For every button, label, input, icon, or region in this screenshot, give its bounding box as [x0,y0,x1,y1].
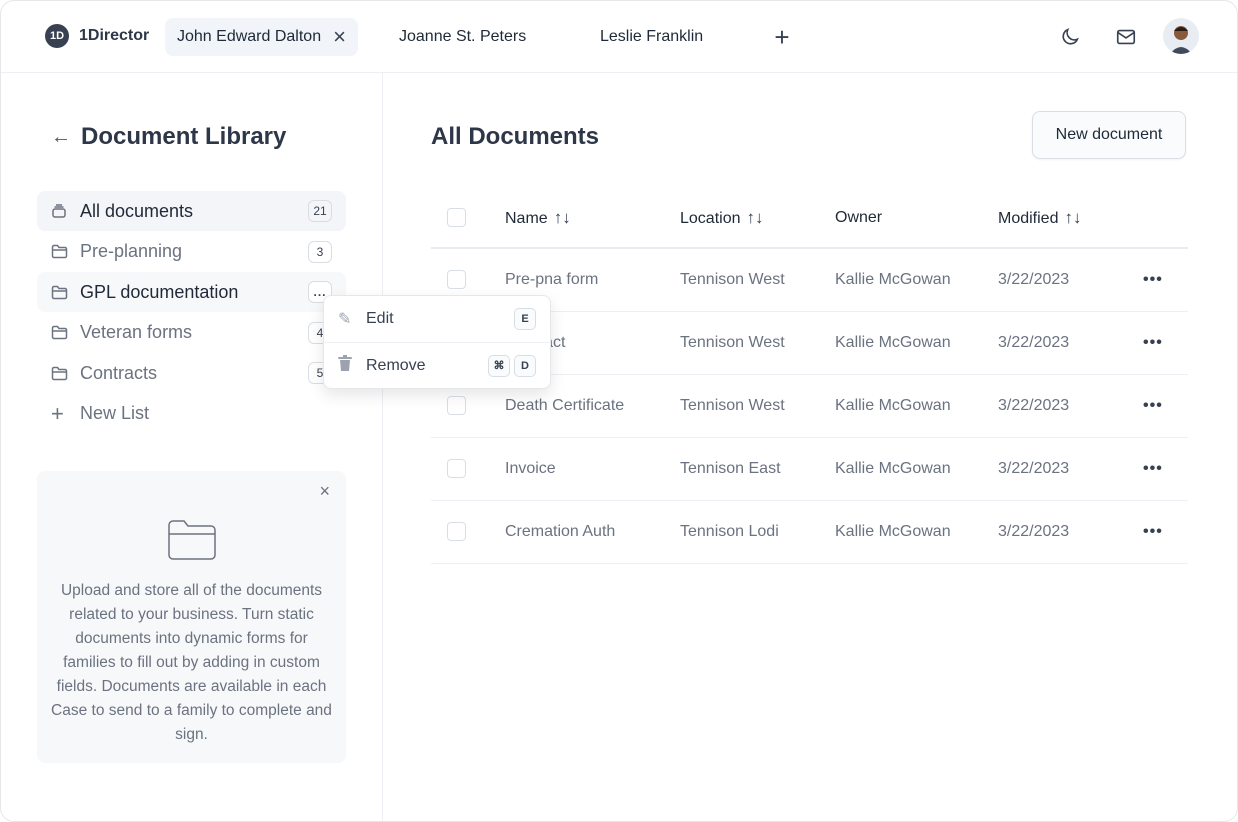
page-title: All Documents [431,123,600,150]
shortcut-key: D [514,354,536,377]
plus-icon[interactable]: + [768,22,796,52]
cell: Kallie McGowan [835,248,998,312]
app-name: 1Director [79,27,150,44]
more-options-icon[interactable]: ••• [1143,334,1163,351]
new-document-button[interactable]: New document [1032,111,1186,159]
tab-john-edward-dalton[interactable]: John Edward Dalton × [165,18,358,56]
column-label: Name [505,209,548,227]
menu-label: Remove [366,356,426,374]
menu-item-remove[interactable]: Remove ⌘ D [324,342,550,388]
cell: Tennison West [680,248,835,312]
shortcut-key: E [514,308,536,330]
folder-icon [168,520,216,560]
cell: Kallie McGowan [835,374,998,438]
more-options-icon[interactable]: ••• [1143,271,1163,288]
column-label: Owner [835,208,883,226]
cell: Tennison East [680,437,835,501]
cell: Tennison Lodi [680,500,835,564]
sidebar-item-label: All documents [80,200,194,221]
cell: 3/22/2023 [998,311,1143,375]
avatar[interactable] [1163,18,1199,54]
select-all-checkbox[interactable] [447,208,466,227]
mail-icon[interactable] [1112,23,1140,51]
cell: 3/22/2023 [998,437,1143,501]
new-list-button[interactable]: + New List [37,394,346,434]
context-menu: ✎ Edit E Remove ⌘ D [323,295,551,389]
cell: Kallie McGowan [835,311,998,375]
folder-icon [51,366,69,381]
folder-icon [51,325,69,340]
row-checkbox[interactable] [447,396,466,415]
cell: 3/22/2023 [998,500,1143,564]
tab-label: Leslie Franklin [600,28,704,45]
sidebar-item-pre-planning[interactable]: Pre-planning 3 [37,232,346,272]
count-badge: 21 [308,200,332,222]
sort-icon[interactable]: ↑↓ [1064,208,1081,227]
column-modified[interactable]: Modified ↑↓ [998,188,1143,249]
more-options-icon[interactable]: ••• [1143,397,1163,414]
sidebar-item-gpl-documentation[interactable]: GPL documentation... [37,272,346,312]
tab-joanne-st-peters[interactable]: Joanne St. Peters [387,18,538,56]
main-content: All Documents New document Name ↑↓ Locati… [383,73,1237,821]
folder-icon [51,285,69,300]
column-owner: Owner [835,188,998,249]
cell: Cremation Auth [505,500,680,564]
row-checkbox[interactable] [447,522,466,541]
sidebar-item-all-documents[interactable]: All documents 21 [37,191,346,231]
sidebar: ← Document Library All documents 21 Pre-pl… [1,73,383,821]
info-card: × Upload and store all of the documents … [37,471,346,763]
column-name[interactable]: Name ↑↓ [505,188,680,249]
cell: Tennison West [680,311,835,375]
row-checkbox[interactable] [447,459,466,478]
sidebar-item-contracts[interactable]: Contracts 5 [37,353,346,393]
sidebar-item-label: Contracts [80,362,158,383]
cell: 3/22/2023 [998,248,1143,312]
folder-icon [51,244,69,259]
table-row[interactable]: Cremation Auth Tennison Lodi Kallie McGowa… [431,500,1188,564]
cell: Tennison West [680,374,835,438]
stack-icon [51,203,69,219]
tab-label: John Edward Dalton [177,28,322,45]
table-row[interactable]: Invoice Tennison East Kallie McGowan 3/22/2… [431,437,1188,501]
back-button[interactable]: ← Document Library [51,123,286,151]
new-list-label: New List [80,403,150,423]
tab-leslie-franklin[interactable]: Leslie Franklin [588,18,715,56]
cell: Kallie McGowan [835,500,998,564]
column-label: Modified [998,209,1059,227]
menu-item-edit[interactable]: ✎ Edit E [324,296,550,342]
sidebar-item-veteran-forms[interactable]: Veteran forms 4 [37,313,346,353]
logo-mark: 1D [45,24,69,48]
column-label: Location [680,209,741,227]
close-icon[interactable]: × [319,481,330,502]
sidebar-item-label: GPL documentation [80,281,239,302]
trash-icon [338,355,356,376]
logo[interactable]: 1D 1Director [45,24,149,48]
tab-label: Joanne St. Peters [399,28,527,45]
top-bar: 1D 1Director John Edward Dalton × Joanne S… [1,1,1237,73]
cell: 3/22/2023 [998,374,1143,438]
column-location[interactable]: Location ↑↓ [680,188,835,249]
more-options-icon[interactable]: ••• [1143,460,1163,477]
sort-icon[interactable]: ↑↓ [554,208,571,227]
cell: Kallie McGowan [835,437,998,501]
sort-icon[interactable]: ↑↓ [747,208,764,227]
cell: Invoice [505,437,680,501]
plus-icon: + [51,400,64,426]
count-badge: 3 [308,240,332,263]
arrow-left-icon: ← [51,125,71,148]
sidebar-title: Document Library [81,123,287,150]
edit-icon: ✎ [338,311,352,328]
info-text: Upload and store all of the documents re… [51,582,332,743]
menu-label: Edit [366,310,394,327]
row-checkbox[interactable] [447,270,466,290]
shortcut-modifier: ⌘ [488,354,510,377]
sidebar-item-label: Veteran forms [80,322,193,342]
more-options-icon[interactable]: ••• [1143,523,1163,540]
close-icon[interactable]: × [333,24,346,50]
document-lists: All documents 21 Pre-planning 3 GPL docume… [37,191,346,434]
sidebar-item-label: Pre-planning [80,241,183,261]
moon-icon[interactable] [1056,23,1084,51]
